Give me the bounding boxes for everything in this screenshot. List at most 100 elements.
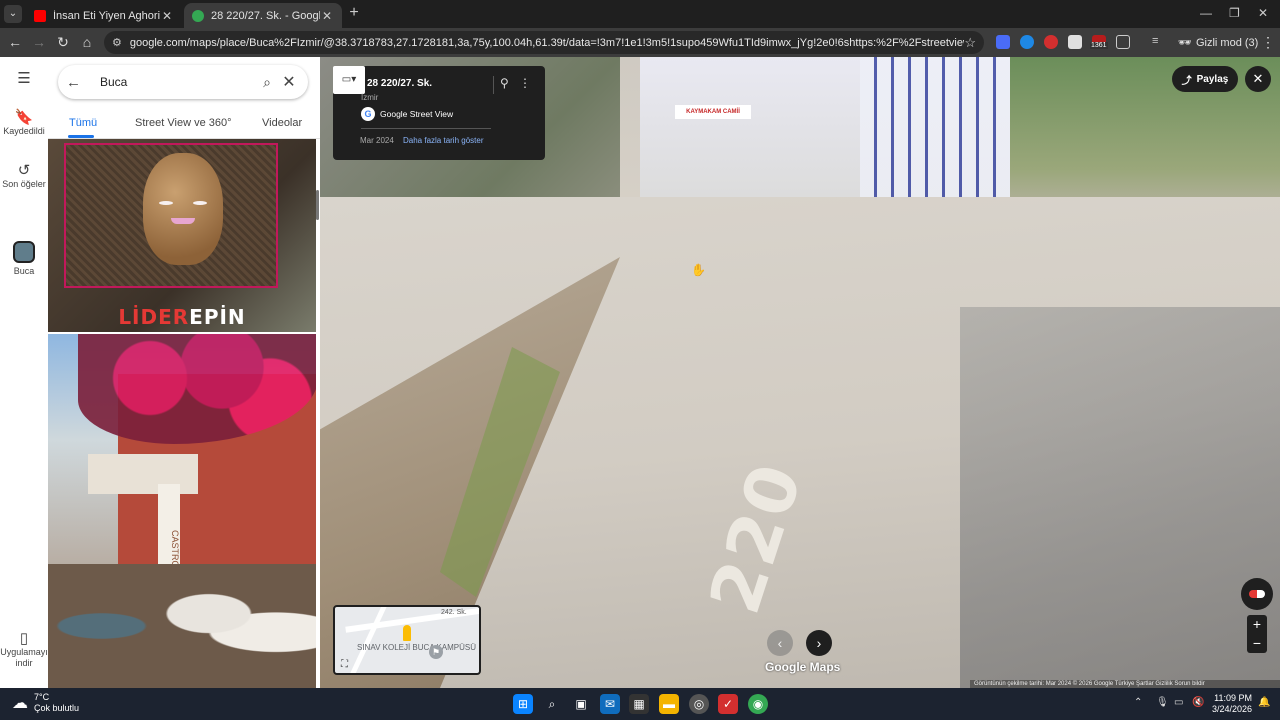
file-explorer-icon[interactable]: ▬: [659, 694, 679, 714]
source-row: G Google Street View: [361, 107, 453, 121]
potato-character-image: [143, 153, 223, 265]
browser-toolbar: ← → ↻ ⌂ ⚙ google.com/maps/place/Buca%2FI…: [0, 28, 1280, 57]
location-pin-icon[interactable]: ⚲: [500, 76, 509, 90]
tab-videos[interactable]: Videolar: [262, 117, 302, 129]
forward-icon[interactable]: →: [31, 34, 47, 50]
tab-title: 28 220/27. Sk. - Google Haritalar: [211, 9, 320, 22]
app-icon[interactable]: ◎: [689, 694, 709, 714]
street-view-info-card: ▭▾ 28 220/27. Sk. İzmir ⚲ ⋮ G Google Str…: [333, 66, 545, 160]
map-road-label: 242. Sk.: [441, 609, 467, 616]
weather-widget[interactable]: ☁ 7°C Çok bulutlu: [12, 692, 79, 714]
volume-muted-icon[interactable]: 🔇: [1192, 697, 1204, 708]
expand-map-icon[interactable]: ⛶: [341, 659, 348, 670]
more-dates-link[interactable]: Daha fazla tarih göster: [403, 136, 484, 145]
reading-list-icon[interactable]: ≡: [1152, 35, 1166, 49]
tab-street-view[interactable]: Street View ve 360°: [135, 117, 232, 129]
photo-ad-thumbnail[interactable]: LİDEREPİN: [48, 139, 316, 332]
tab-close-icon[interactable]: ✕: [320, 9, 334, 23]
map-attribution: Görüntünün çekilme tarihi: Mar 2024 © 20…: [970, 680, 1280, 688]
previous-photo-button[interactable]: ‹: [767, 630, 793, 656]
more-options-icon[interactable]: ⋮: [519, 76, 531, 90]
incognito-icon: 🕶: [1178, 37, 1192, 49]
extension-icon[interactable]: [1044, 35, 1058, 49]
zoom-control: + −: [1247, 615, 1267, 653]
awning: [88, 454, 198, 494]
rail-label: Buca: [13, 266, 35, 276]
weather-condition: Çok bulutlu: [34, 703, 80, 713]
windows-start-icon[interactable]: ⊞: [513, 694, 533, 714]
clock-time: 11:09 PM: [1214, 693, 1252, 703]
eye-shape: [159, 201, 173, 205]
rail-label: Uygulamayı indir: [0, 647, 48, 668]
back-arrow-icon[interactable]: ←: [66, 74, 86, 91]
rail-menu-button[interactable]: ☰: [0, 70, 48, 87]
extension-icon[interactable]: [996, 35, 1010, 49]
browser-menu-icon[interactable]: ⋮: [1261, 34, 1275, 51]
bookmark-star-icon[interactable]: ☆: [964, 35, 976, 51]
tray-expand-icon[interactable]: ⌃: [1134, 697, 1142, 708]
rail-label: Son öğeler: [2, 179, 46, 189]
reload-icon[interactable]: ↻: [55, 34, 71, 50]
clear-icon[interactable]: ✕: [278, 72, 300, 92]
close-window-icon[interactable]: ✕: [1258, 6, 1268, 20]
home-icon[interactable]: ⌂: [79, 34, 95, 50]
pegman-icon: [403, 625, 411, 641]
search-icon[interactable]: ⌕: [256, 74, 278, 91]
minimize-icon[interactable]: —: [1200, 6, 1212, 20]
tab-youtube[interactable]: İnsan Eti Yiyen Aghoriler | Ölüle ✕: [26, 3, 182, 28]
clock-date: 3/24/2026: [1211, 704, 1252, 714]
restore-icon[interactable]: ❐: [1229, 6, 1240, 20]
app-icon[interactable]: ✓: [718, 694, 738, 714]
rail-item-buca[interactable]: Buca: [0, 241, 48, 277]
next-photo-button[interactable]: ›: [806, 630, 832, 656]
extensions-puzzle-icon[interactable]: [1116, 35, 1130, 49]
new-tab-button[interactable]: +: [346, 5, 362, 21]
keyboard-shortcuts-button[interactable]: ▭▾: [333, 66, 365, 94]
rail-item-recent[interactable]: ↺ Son öğeler: [0, 162, 48, 190]
browser-tabbar: ⌄ İnsan Eti Yiyen Aghoriler | Ölüle ✕ 28…: [0, 0, 1280, 28]
search-icon[interactable]: ⌕: [542, 694, 562, 714]
microphone-icon[interactable]: 🎙: [1156, 697, 1169, 708]
incognito-indicator[interactable]: 🕶 Gizli mod (3): [1178, 34, 1258, 51]
hand-cursor-icon: ✋: [691, 263, 706, 277]
tab-google-maps[interactable]: 28 220/27. Sk. - Google Haritalar ✕: [184, 3, 342, 28]
extension-icon[interactable]: [1068, 35, 1082, 49]
network-icon[interactable]: ▭: [1174, 697, 1183, 708]
share-button[interactable]: ⤴ Paylaş: [1172, 66, 1238, 92]
zoom-out-button[interactable]: −: [1247, 634, 1267, 653]
cloud-icon: ☁: [12, 695, 28, 712]
system-clock[interactable]: 11:09 PM 3/24/2026: [1210, 693, 1252, 715]
tab-search-button[interactable]: ⌄: [4, 5, 22, 23]
photo-cafe-thumbnail[interactable]: CASTRO: [48, 334, 316, 688]
school-icon: ⚑: [429, 645, 443, 659]
back-icon[interactable]: ←: [7, 34, 23, 50]
search-input[interactable]: [100, 75, 256, 89]
url-text[interactable]: google.com/maps/place/Buca%2FIzmir/@38.3…: [130, 37, 964, 49]
panel-scrollbar[interactable]: [316, 190, 319, 220]
close-street-view-button[interactable]: ✕: [1245, 66, 1271, 92]
shadow-area: [960, 307, 1280, 688]
address-bar[interactable]: ⚙ google.com/maps/place/Buca%2FIzmir/@38…: [104, 31, 984, 54]
active-tab-indicator: [68, 135, 94, 138]
street-view-minimap[interactable]: 242. Sk. SINAV KOLEJİ BUCA KAMPÜSÜ ⚑ ⛶: [333, 605, 481, 675]
store-icon[interactable]: ▦: [629, 694, 649, 714]
site-info-icon[interactable]: ⚙: [112, 36, 122, 49]
outlook-icon[interactable]: ✉: [600, 694, 620, 714]
rail-item-saved[interactable]: 🔖 Kaydedildi: [0, 110, 48, 137]
tab-all[interactable]: Tümü: [69, 117, 97, 129]
history-icon: ↺: [17, 162, 31, 179]
extension-badge: 1361: [1090, 42, 1108, 49]
tab-close-icon[interactable]: ✕: [160, 9, 174, 23]
chrome-icon[interactable]: ◉: [748, 694, 768, 714]
google-maps-icon: [192, 9, 204, 22]
task-view-icon[interactable]: ▣: [571, 694, 591, 714]
ad-brand-logo: LİDEREPİN: [118, 305, 246, 329]
maps-left-rail: ☰ 🔖 Kaydedildi ↺ Son öğeler Buca ▯ Uygul…: [0, 57, 48, 688]
extension-icon[interactable]: [1020, 35, 1034, 49]
compass-button[interactable]: [1241, 578, 1273, 610]
rail-item-get-app[interactable]: ▯ Uygulamayı indir: [0, 631, 48, 669]
hamburger-icon: ☰: [17, 70, 31, 87]
windows-taskbar: ☁ 7°C Çok bulutlu ⊞ ⌕ ▣ ✉ ▦ ▬ ◎ ✓ ◉ ⌃ 🎙 …: [0, 688, 1280, 720]
zoom-in-button[interactable]: +: [1247, 615, 1267, 634]
notification-icon[interactable]: 🔔: [1258, 697, 1270, 708]
